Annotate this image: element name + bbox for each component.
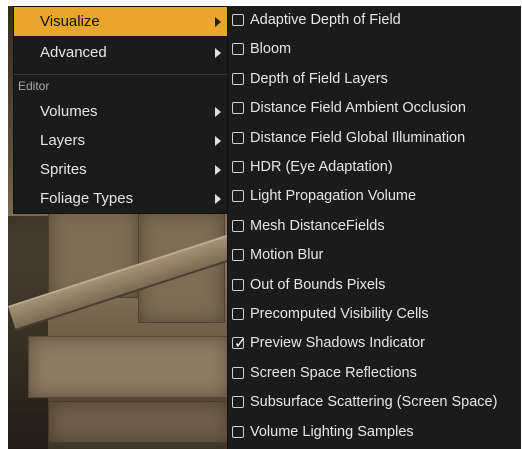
visualize-option[interactable]: Precomputed Visibility Cells <box>228 300 521 329</box>
checkbox[interactable] <box>232 131 244 144</box>
section-heading-editor: Editor <box>18 79 50 93</box>
option-label: Light Propagation Volume <box>250 188 417 205</box>
checkbox[interactable]: ✓ <box>232 335 247 352</box>
option-label: Preview Shadows Indicator <box>250 335 425 352</box>
menu-item-sprites[interactable]: Sprites <box>14 155 227 184</box>
visualize-option[interactable]: ✓ Preview Shadows Indicator <box>228 329 521 358</box>
checkbox[interactable] <box>232 366 244 379</box>
checkbox[interactable] <box>232 72 244 85</box>
checkbox[interactable] <box>232 249 244 262</box>
checkbox[interactable] <box>232 308 244 320</box>
visualize-option[interactable]: Screen Space Reflections <box>228 359 521 388</box>
option-label: Out of Bounds Pixels <box>250 276 386 293</box>
option-label: Depth of Field Layers <box>250 70 388 87</box>
stone-step <box>48 401 230 443</box>
checkbox[interactable] <box>232 190 244 203</box>
menu-item-label: Volumes <box>40 103 98 120</box>
visualize-option[interactable]: Distance Field Global Illumination <box>228 124 521 153</box>
visualize-submenu: Adaptive Depth of Field Bloom Depth of Fie… <box>227 6 521 449</box>
wall-shadow <box>8 216 48 449</box>
option-label: Distance Field Ambient Occlusion <box>250 100 466 117</box>
visualize-option[interactable]: HDR (Eye Adaptation) <box>228 153 521 182</box>
checkmark-icon: ✓ <box>234 335 247 353</box>
menu-item-label: Advanced <box>40 44 107 61</box>
submenu-arrow-icon <box>215 194 221 204</box>
menu-item-label: Foliage Types <box>40 190 134 207</box>
checkbox[interactable] <box>232 396 244 409</box>
option-label: Adaptive Depth of Field <box>250 12 401 28</box>
menu-item-volumes[interactable]: Volumes <box>14 97 227 126</box>
menu-item-advanced[interactable]: Advanced <box>14 38 227 67</box>
visualize-option[interactable]: Light Propagation Volume <box>228 182 521 211</box>
menu-item-label: Layers <box>40 132 86 149</box>
submenu-arrow-icon <box>215 165 221 175</box>
submenu-arrow-icon <box>215 17 221 27</box>
visualize-option[interactable]: Bloom <box>228 35 521 64</box>
checkbox[interactable] <box>232 161 244 173</box>
checkbox[interactable] <box>232 43 244 56</box>
option-label: Volume Lighting Samples <box>250 423 414 440</box>
context-menu: Visualize Advanced Editor Volumes Layers… <box>13 6 228 214</box>
option-label: Precomputed Visibility Cells <box>250 306 429 322</box>
option-label: Distance Field Global Illumination <box>250 129 466 146</box>
menu-item-foliage-types[interactable]: Foliage Types <box>14 184 227 213</box>
menu-item-visualize[interactable]: Visualize <box>14 7 227 36</box>
submenu-arrow-icon <box>215 107 221 117</box>
stone-floor <box>28 336 230 398</box>
visualize-option[interactable]: Volume Lighting Samples <box>228 418 521 447</box>
menu-item-label: Visualize <box>40 13 100 30</box>
checkbox[interactable] <box>232 102 244 115</box>
checkbox[interactable] <box>232 425 244 438</box>
visualize-option[interactable]: Subsurface Scattering (Screen Space) <box>228 388 521 417</box>
submenu-arrow-icon <box>215 48 221 58</box>
option-label: Subsurface Scattering (Screen Space) <box>250 394 498 411</box>
visualize-option[interactable]: Distance Field Ambient Occlusion <box>228 94 521 123</box>
option-label: Motion Blur <box>250 247 324 264</box>
checkbox[interactable] <box>232 14 244 26</box>
option-label: HDR (Eye Adaptation) <box>250 159 393 175</box>
visualize-option[interactable]: Adaptive Depth of Field <box>228 6 521 35</box>
option-label: Screen Space Reflections <box>250 364 417 381</box>
visualize-option[interactable]: Depth of Field Layers <box>228 65 521 94</box>
option-label: Mesh DistanceFields <box>250 217 385 234</box>
menu-item-label: Sprites <box>40 161 87 178</box>
menu-item-layers[interactable]: Layers <box>14 126 227 155</box>
checkbox[interactable] <box>232 219 244 232</box>
submenu-arrow-icon <box>215 136 221 146</box>
menu-divider <box>14 74 227 75</box>
visualize-option[interactable]: Mesh DistanceFields <box>228 212 521 241</box>
checkbox[interactable] <box>232 278 244 291</box>
option-label: Bloom <box>250 41 292 58</box>
visualize-option[interactable]: Motion Blur <box>228 241 521 270</box>
visualize-option[interactable]: Out of Bounds Pixels <box>228 271 521 300</box>
